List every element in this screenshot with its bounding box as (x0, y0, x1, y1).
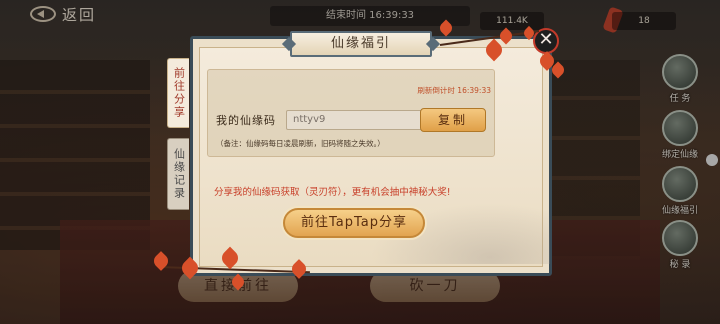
tab-share[interactable]: 前往分享 (167, 58, 189, 128)
share-taptap-button[interactable]: 前往TapTap分享 (283, 208, 425, 238)
dialog-title: 仙缘福引 (290, 31, 432, 57)
note-text: （备注：仙缘码每日凌晨刷新，旧码将随之失效。） (216, 139, 385, 148)
copy-button[interactable]: 复制 (420, 108, 486, 132)
share-description: 分享我的仙缘码获取（灵刃符），更有机会抽中神秘大奖! (214, 187, 451, 198)
code-label: 我的仙缘码 (216, 114, 276, 127)
refresh-countdown: 刷新倒计时 16:39:33 (417, 86, 491, 95)
tab-records[interactable]: 仙缘记录 (167, 138, 189, 210)
code-field[interactable]: nttyv9 (286, 110, 422, 130)
